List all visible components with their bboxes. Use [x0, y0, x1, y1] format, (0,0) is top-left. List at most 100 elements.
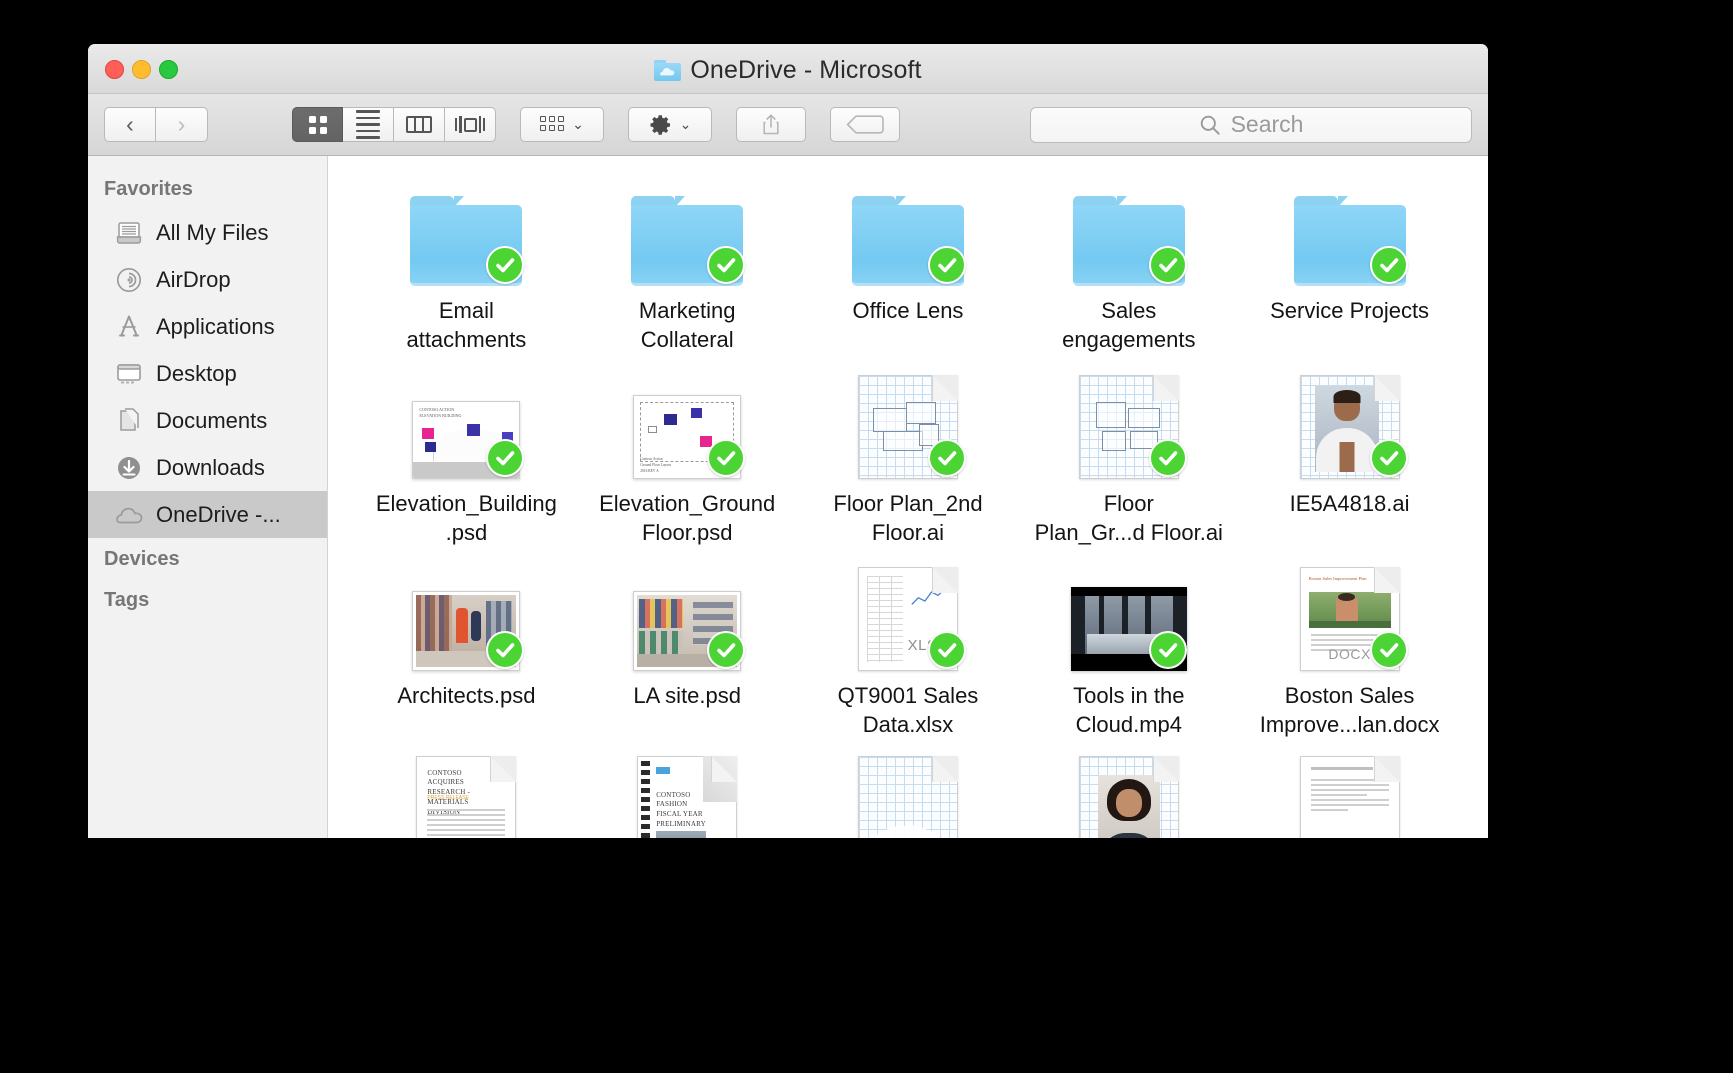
sidebar-item-label: AirDrop — [156, 266, 231, 292]
close-button[interactable] — [105, 60, 124, 79]
file-thumbnail-xlsx: XLSX — [848, 563, 968, 671]
file-item-plain-document[interactable] — [1239, 755, 1460, 838]
applications-icon — [114, 313, 144, 341]
back-button[interactable]: ‹ — [104, 107, 156, 142]
file-name: Boston Sales Improve...lan.docx — [1259, 683, 1440, 738]
sidebar-item-label: All My Files — [156, 219, 269, 245]
file-thumbnail-blueprint-elevation — [848, 755, 968, 838]
sync-check-badge — [927, 631, 966, 669]
file-item-tools-in-the-cloud-mp4[interactable]: Tools in the Cloud.mp4 — [1018, 563, 1239, 740]
sidebar-item-label: Applications — [156, 313, 275, 339]
action-menu-button[interactable]: ⌄ — [628, 107, 712, 142]
file-item-email-attachments[interactable]: Email attachments — [356, 178, 577, 355]
zoom-button[interactable] — [159, 60, 178, 79]
cover-flow-view-button[interactable] — [445, 107, 496, 142]
traffic-lights — [105, 60, 178, 79]
file-thumbnail-architects — [406, 563, 526, 671]
downloads-icon — [114, 454, 144, 482]
window-title-group: OneDrive - Microsoft — [88, 56, 1488, 85]
file-item-qt9001-sales-data-xlsx[interactable]: XLSX QT9001 Sales Data.xlsx — [798, 563, 1019, 740]
file-thumbnail-elevation-ground-floor: Contoso Action Ground Floor Layout 2016 RE… — [627, 371, 747, 479]
sidebar-item-documents[interactable]: Documents — [88, 397, 327, 444]
file-thumbnail-floor-plan-ground — [1069, 371, 1189, 479]
sidebar-item-downloads[interactable]: Downloads — [88, 444, 327, 491]
sync-check-badge — [927, 246, 966, 284]
search-field[interactable]: Search — [1030, 106, 1472, 143]
file-name: Architects.psd — [397, 683, 536, 708]
sidebar-header-tags: Tags — [104, 589, 150, 611]
sidebar-header-favorites: Favorites — [104, 178, 193, 200]
chevron-right-icon: › — [177, 111, 186, 137]
doc-preview-subtitle: PRESS RELEASE — [427, 794, 469, 801]
file-grid: Email attachments Marketing Collateral O… — [356, 178, 1460, 838]
file-name: Email attachments — [406, 298, 527, 353]
file-thumbnail-portrait-female — [1069, 755, 1189, 838]
sync-check-badge — [707, 631, 746, 669]
file-name: Floor Plan_2nd Floor.ai — [833, 490, 983, 545]
file-item-service-projects[interactable]: Service Projects — [1239, 178, 1460, 355]
file-item-architects-psd[interactable]: Architects.psd — [356, 563, 577, 740]
file-item-office-lens[interactable]: Office Lens — [798, 178, 1019, 355]
list-view-button[interactable] — [343, 107, 394, 142]
sync-check-badge — [707, 246, 746, 284]
icon-view-button[interactable] — [292, 107, 343, 142]
sync-check-badge — [1148, 246, 1187, 284]
file-item-portrait-female-ai[interactable] — [1018, 755, 1239, 838]
list-icon — [356, 110, 380, 139]
onedrive-folder-cloud-icon — [654, 60, 682, 81]
sidebar-item-desktop[interactable]: Desktop — [88, 350, 327, 397]
view-mode-buttons — [292, 107, 496, 142]
file-thumbnail-portrait-male — [1290, 371, 1410, 479]
file-item-sales-engagements[interactable]: Sales engagements — [1018, 178, 1239, 355]
file-item-elevation-building-psd[interactable]: CONTOSO ACTION ELEVATION BUILDING Elevat… — [356, 371, 577, 548]
desktop-icon — [114, 360, 144, 388]
file-item-boston-sales-improvement-plan-docx[interactable]: Boston Sales Improvement Plan DOCX Bosto… — [1239, 563, 1460, 740]
file-name: Office Lens — [852, 298, 964, 323]
all-my-files-icon — [114, 219, 144, 247]
tags-button[interactable] — [830, 107, 900, 142]
column-view-button[interactable] — [394, 107, 445, 142]
search-icon — [1200, 115, 1220, 135]
file-name: LA site.psd — [633, 683, 742, 708]
title-bar[interactable]: OneDrive - Microsoft — [88, 44, 1488, 94]
sync-check-badge — [707, 438, 746, 477]
minimize-button[interactable] — [132, 60, 151, 79]
file-item-floor-plan-2nd-floor-ai[interactable]: Floor Plan_2nd Floor.ai — [798, 371, 1019, 548]
sync-check-badge — [927, 438, 966, 477]
file-thumbnail-contoso-budget: Contoso Fashion Fiscal Year Preliminary … — [627, 755, 747, 838]
action-group: ⌄ — [628, 107, 712, 142]
sidebar-item-label: Documents — [156, 407, 268, 433]
docx-type-label: DOCX — [1328, 646, 1371, 662]
file-item-contoso-budget-booklet[interactable]: Contoso Fashion Fiscal Year Preliminary … — [577, 755, 798, 838]
file-thumbnail-floor-plan-2nd — [848, 371, 968, 479]
arrange-button[interactable]: ⌄ — [520, 107, 604, 142]
sidebar-item-airdrop[interactable]: AirDrop — [88, 256, 327, 303]
sidebar-item-all-my-files[interactable]: All My Files — [88, 209, 327, 256]
file-thumbnail-contoso-research: Contoso Acquires Research - Materials Di… — [406, 755, 526, 838]
file-item-blueprint-elevation-ai[interactable] — [798, 755, 1019, 838]
sync-check-badge — [1369, 246, 1408, 284]
tag-icon — [846, 115, 884, 134]
file-grid-area[interactable]: Email attachments Marketing Collateral O… — [328, 156, 1488, 838]
forward-button[interactable]: › — [156, 107, 208, 142]
file-thumbnail-plain-doc — [1290, 755, 1410, 838]
documents-icon — [114, 407, 144, 435]
chevron-left-icon: ‹ — [126, 111, 134, 137]
sidebar-item-label: Desktop — [156, 360, 237, 386]
file-item-elevation-ground-floor-psd[interactable]: Contoso Action Ground Floor Layout 2016 RE… — [577, 371, 798, 548]
sidebar-item-applications[interactable]: Applications — [88, 303, 327, 350]
sidebar-header-devices: Devices — [104, 548, 180, 570]
share-button[interactable] — [736, 107, 806, 142]
file-name: Floor Plan_Gr...d Floor.ai — [1034, 490, 1223, 545]
search-placeholder: Search — [1230, 111, 1304, 137]
file-item-floor-plan-ground-floor-ai[interactable]: Floor Plan_Gr...d Floor.ai — [1018, 371, 1239, 548]
file-item-la-site-psd[interactable]: LA site.psd — [577, 563, 798, 740]
cloud-icon — [114, 501, 144, 529]
sidebar-item-onedrive[interactable]: OneDrive -... — [88, 491, 327, 538]
file-item-contoso-research-doc[interactable]: Contoso Acquires Research - Materials Di… — [356, 755, 577, 838]
sidebar: Favorites All My Files AirDrop Applicati… — [88, 156, 328, 838]
file-name: QT9001 Sales Data.xlsx — [837, 683, 979, 738]
file-item-marketing-collateral[interactable]: Marketing Collateral — [577, 178, 798, 355]
file-item-ie5a4818-ai[interactable]: IE5A4818.ai — [1239, 371, 1460, 548]
cloud-glyph — [660, 68, 675, 76]
